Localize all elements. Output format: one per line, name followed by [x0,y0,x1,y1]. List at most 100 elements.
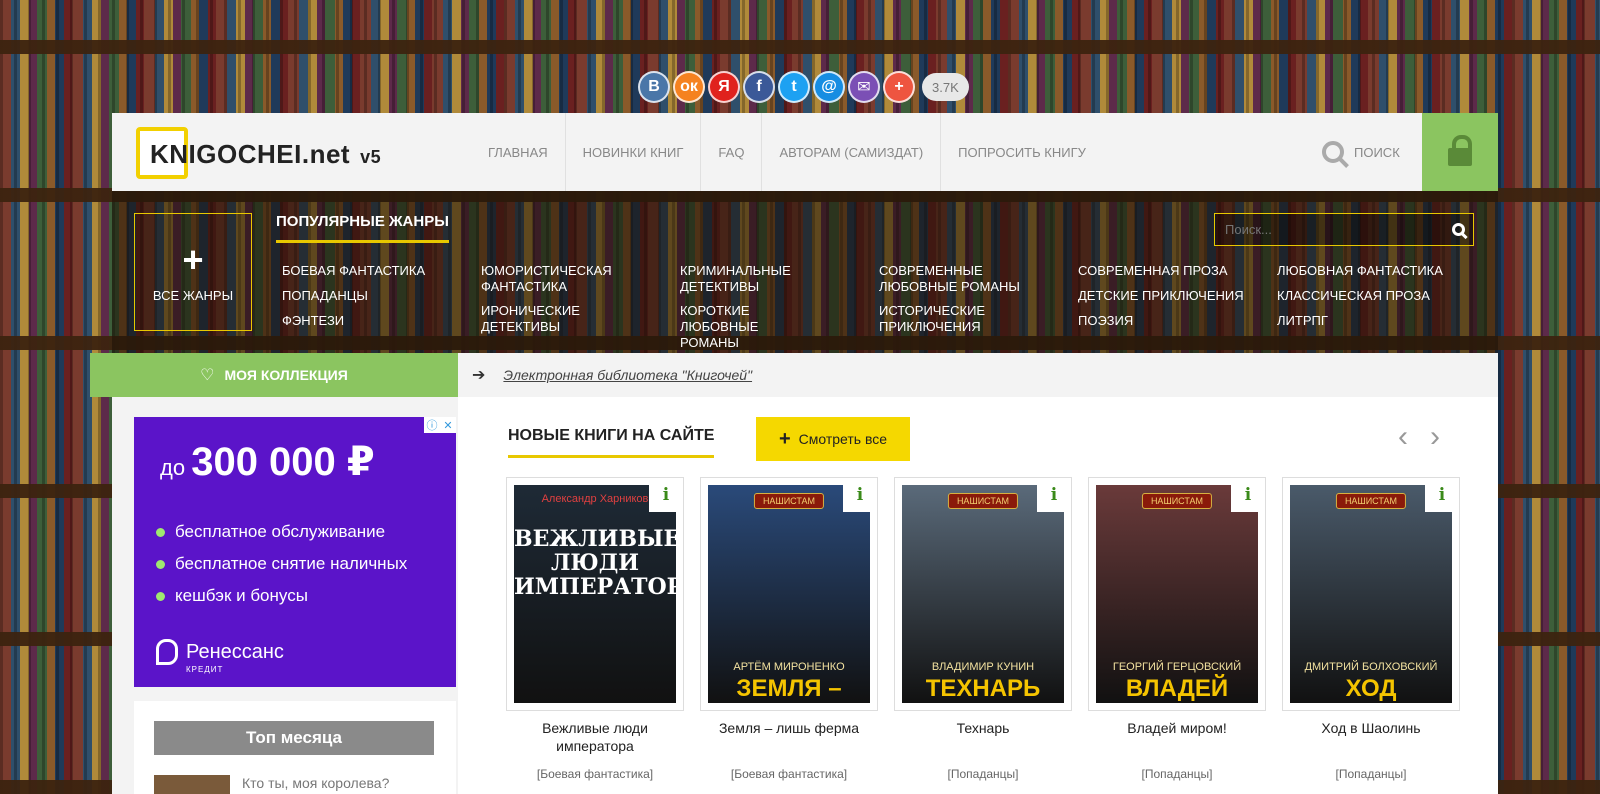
info-icon[interactable]: i [649,478,683,512]
social-share-button[interactable]: + [883,71,915,103]
cover-author: ГЕОРГИЙ ГЕРЦОВСКИЙ [1112,661,1242,673]
genre-link[interactable]: ПОПАДАНЦЫ [282,288,472,304]
genre-link[interactable]: ЛЮБОВНАЯ ФАНТАСТИКА [1277,263,1467,279]
top-book-thumbnail[interactable] [154,775,230,794]
genre-link[interactable]: КЛАССИЧЕСКАЯ ПРОЗА [1277,288,1467,304]
nav-authors[interactable]: АВТОРАМ (САМИЗДАТ) [762,113,942,191]
book-card[interactable]: Александр Харников ВЕЖЛИВЫЕ ЛЮДИ ИМПЕРАТО… [506,477,684,781]
ad-feature: бесплатное снятие наличных [156,554,407,574]
social-share-button[interactable]: t [778,71,810,103]
book-card[interactable]: НАШИСТАМ ВЛАДИМИР КУНИН ТЕХНАРЬ i Технарь [По… [894,477,1072,781]
genre-column: БОЕВАЯ ФАНТАСТИКА ПОПАДАНЦЫ ФЭНТЕЗИ [282,263,472,338]
genre-link[interactable]: СОВРЕМЕННАЯ ПРОЗА [1078,263,1268,279]
ad-brand-sub: КРЕДИТ [186,665,224,674]
genre-link[interactable]: ИСТОРИЧЕСКИЕ ПРИКЛЮЧЕНИЯ [879,303,1029,335]
book-genre[interactable]: [Боевая фантастика] [506,767,684,781]
series-badge: НАШИСТАМ [1335,493,1407,509]
book-cover[interactable]: Александр Харников ВЕЖЛИВЫЕ ЛЮДИ ИМПЕРАТО… [514,485,676,703]
chevron-left-icon[interactable]: ‹ [1398,422,1408,452]
site-logo[interactable]: KNIGOCHEI.net v5 [136,127,381,179]
genre-link[interactable]: ДЕТСКИЕ ПРИКЛЮЧЕНИЯ [1078,288,1268,304]
book-cover[interactable]: НАШИСТАМ ГЕОРГИЙ ГЕРЦОВСКИЙ ВЛАДЕЙ [1096,485,1258,703]
cover-title: ВЛАДЕЙ [1125,675,1229,702]
book-cover[interactable]: НАШИСТАМ АРТЁМ МИРОНЕНКО ЗЕМЛЯ – [708,485,870,703]
book-genre[interactable]: [Попаданцы] [894,767,1072,781]
social-share-button[interactable]: Я [708,71,740,103]
social-share-button[interactable]: @ [813,71,845,103]
genre-link[interactable]: КОРОТКИЕ ЛЮБОВНЫЕ РОМАНЫ [680,303,820,351]
book-cover-frame[interactable]: НАШИСТАМ ДМИТРИЙ БОЛХОВСКИЙ ХОД i [1282,477,1460,711]
ad-info-icon[interactable]: ⓘ [424,417,440,433]
book-title[interactable]: Ход в Шаолинь [1282,719,1460,755]
book-genre[interactable]: [Попаданцы] [1088,767,1266,781]
bullet-icon [156,559,165,569]
breadcrumb-link[interactable]: Электронная библиотека "Книгочей" [503,367,752,383]
ad-feature-text: кешбэк и бонусы [175,586,308,605]
carousel-nav: ‹ › [1398,422,1440,452]
genre-link[interactable]: ПОЭЗИЯ [1078,313,1268,329]
book-cover-frame[interactable]: НАШИСТАМ ВЛАДИМИР КУНИН ТЕХНАРЬ i [894,477,1072,711]
book-genre[interactable]: [Боевая фантастика] [700,767,878,781]
nav-request-book[interactable]: ПОПРОСИТЬ КНИГУ [941,113,1103,191]
cover-title: ТЕХНАРЬ [925,675,1041,702]
book-cover-frame[interactable]: Александр Харников ВЕЖЛИВЫЕ ЛЮДИ ИМПЕРАТО… [506,477,684,711]
book-genre[interactable]: [Попаданцы] [1282,767,1460,781]
search-link[interactable]: ПОИСК [1322,113,1400,191]
login-button[interactable] [1422,113,1498,191]
cover-title: ЗЕМЛЯ – [736,675,842,702]
cover-title: ХОД [1345,675,1397,702]
genre-link[interactable]: КРИМИНАЛЬНЫЕ ДЕТЕКТИВЫ [680,263,820,295]
all-genres-label: ВСЕ ЖАНРЫ [152,287,234,303]
nav-faq[interactable]: FAQ [701,113,763,191]
info-icon[interactable]: i [1231,478,1265,512]
see-all-button[interactable]: + Смотреть все [756,417,910,461]
chevron-right-icon[interactable]: › [1430,422,1440,452]
book-cover-frame[interactable]: НАШИСТАМ АРТЁМ МИРОНЕНКО ЗЕМЛЯ – i [700,477,878,711]
genre-grid: БОЕВАЯ ФАНТАСТИКА ПОПАДАНЦЫ ФЭНТЕЗИ ЮМОРИСТ… [282,263,1482,350]
top-book-title[interactable]: Кто ты, моя королева? [242,775,389,791]
book-title[interactable]: Владей миром! [1088,719,1266,755]
genre-link[interactable]: ЛИТРПГ [1277,313,1467,329]
search-icon [1322,141,1344,163]
book-cover[interactable]: НАШИСТАМ ВЛАДИМИР КУНИН ТЕХНАРЬ [902,485,1064,703]
social-share-button[interactable]: f [743,71,775,103]
my-collection-label: МОЯ КОЛЛЕКЦИЯ [224,367,348,383]
sidebar: ⓘ ✕ до 300 000 ₽ бесплатное обслуживание… [112,397,458,794]
genre-link[interactable]: БОЕВАЯ ФАНТАСТИКА [282,263,472,279]
genre-link[interactable]: ИРОНИЧЕСКИЕ ДЕТЕКТИВЫ [481,303,621,335]
book-title[interactable]: Технарь [894,719,1072,755]
book-title[interactable]: Вежливые люди императора [506,719,684,755]
info-icon[interactable]: i [843,478,877,512]
top-month-box: Топ месяца Кто ты, моя королева? [134,701,456,794]
info-icon[interactable]: i [1425,478,1459,512]
search-input[interactable] [1215,222,1443,237]
ad-feature-text: бесплатное обслуживание [175,522,386,541]
social-share-button[interactable]: ✉ [848,71,880,103]
ad-feature: кешбэк и бонусы [156,586,407,606]
ad-feature-list: бесплатное обслуживание бесплатное сняти… [156,522,407,618]
genres-panel: + ВСЕ ЖАНРЫ ПОПУЛЯРНЫЕ ЖАНРЫ БОЕВАЯ ФАНТ… [112,191,1498,353]
social-share-button[interactable]: ок [673,71,705,103]
ad-close-icon[interactable]: ✕ [440,417,456,433]
nav-home[interactable]: ГЛАВНАЯ [471,113,566,191]
genre-column: ЛЮБОВНАЯ ФАНТАСТИКА КЛАССИЧЕСКАЯ ПРОЗА ЛИТ… [1277,263,1467,338]
book-card[interactable]: НАШИСТАМ ДМИТРИЙ БОЛХОВСКИЙ ХОД i Ход в Шаол… [1282,477,1460,781]
book-cover[interactable]: НАШИСТАМ ДМИТРИЙ БОЛХОВСКИЙ ХОД [1290,485,1452,703]
social-share-button[interactable]: В [638,71,670,103]
search-submit-button[interactable] [1443,214,1473,245]
advertisement-banner[interactable]: ⓘ ✕ до 300 000 ₽ бесплатное обслуживание… [134,417,456,687]
all-genres-button[interactable]: + ВСЕ ЖАНРЫ [134,213,252,331]
search-box [1214,213,1474,246]
info-icon[interactable]: i [1037,478,1071,512]
my-collection-button[interactable]: ♡ МОЯ КОЛЛЕКЦИЯ [90,353,458,397]
heart-icon: ♡ [200,367,215,384]
search-icon [1451,223,1465,236]
book-card[interactable]: НАШИСТАМ АРТЁМ МИРОНЕНКО ЗЕМЛЯ – i Земля – л… [700,477,878,781]
book-cover-frame[interactable]: НАШИСТАМ ГЕОРГИЙ ГЕРЦОВСКИЙ ВЛАДЕЙ i [1088,477,1266,711]
genre-link[interactable]: СОВРЕМЕННЫЕ ЛЮБОВНЫЕ РОМАНЫ [879,263,1029,295]
book-card[interactable]: НАШИСТАМ ГЕОРГИЙ ГЕРЦОВСКИЙ ВЛАДЕЙ i Владей … [1088,477,1266,781]
genre-link[interactable]: ЮМОРИСТИЧЕСКАЯ ФАНТАСТИКА [481,263,621,295]
nav-new-books[interactable]: НОВИНКИ КНИГ [566,113,702,191]
genre-link[interactable]: ФЭНТЕЗИ [282,313,472,329]
book-title[interactable]: Земля – лишь ферма [700,719,878,755]
